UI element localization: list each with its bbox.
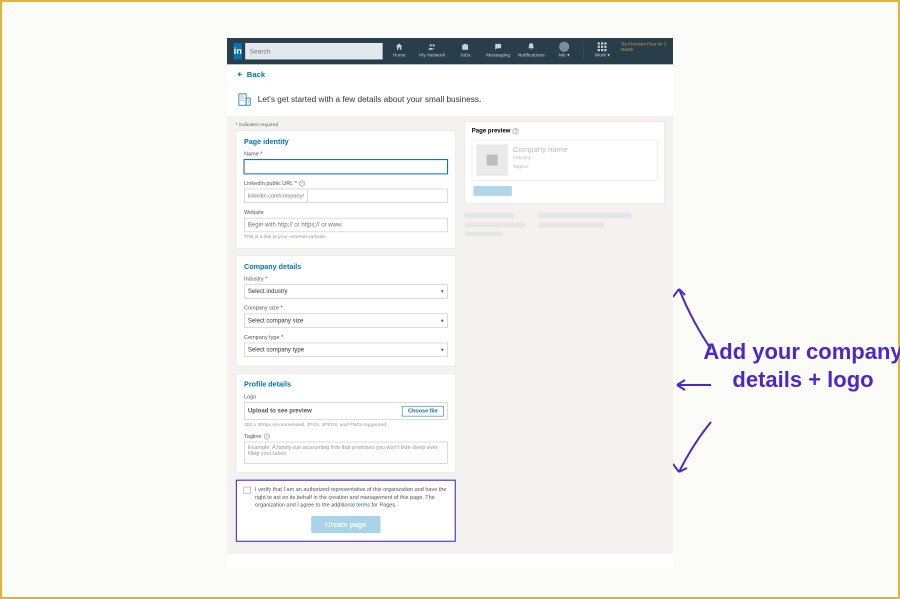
info-icon[interactable]: ? (513, 128, 519, 134)
url-prefix: linkedin.com/company/ (244, 189, 307, 203)
verify-checkbox[interactable] (244, 487, 251, 494)
terms-link[interactable]: terms (356, 502, 370, 508)
annotation-arrow (673, 378, 713, 396)
preview-tagline: Tagline (513, 163, 567, 169)
page-preview-card: Page preview? Company name Industry Tagl… (465, 122, 665, 205)
create-page-button[interactable]: Create page (311, 516, 381, 533)
preview-skeleton (465, 213, 665, 241)
name-label: Name* (244, 151, 447, 157)
page-identity-card: Page identity Name* LinkedIn public URL*… (236, 130, 456, 248)
industry-select[interactable]: Select industry▾ (244, 284, 447, 298)
chevron-down-icon: ▾ (441, 289, 444, 295)
verify-text: I verify that I am an authorized represe… (255, 486, 448, 509)
nav-premium-link[interactable]: Try Premium Free for 1 Month (621, 42, 668, 61)
website-hint: This is a link to your external website. (244, 234, 447, 240)
card-title-details: Company details (244, 262, 447, 270)
logo-upload[interactable]: Upload to see preview Choose file (244, 402, 447, 420)
messaging-icon (494, 42, 503, 51)
arrow-left-icon (236, 70, 244, 78)
nav-messaging[interactable]: Messaging (482, 42, 515, 61)
search-input[interactable] (245, 43, 382, 60)
company-details-card: Company details Industry* Select industr… (236, 255, 456, 366)
nav-home[interactable]: Home (383, 42, 416, 61)
url-label: LinkedIn public URL*? (244, 180, 447, 186)
building-icon (236, 91, 253, 108)
home-icon (395, 42, 404, 51)
type-label: Company type* (244, 334, 447, 340)
choose-file-button[interactable]: Choose file (402, 406, 444, 416)
name-input[interactable] (244, 160, 447, 174)
type-select[interactable]: Select company type▾ (244, 343, 447, 357)
verify-section: I verify that I am an authorized represe… (236, 480, 456, 542)
nav-network[interactable]: My Network (416, 42, 449, 61)
grid-icon (598, 42, 607, 51)
preview-industry: Industry (513, 155, 567, 161)
url-input[interactable] (307, 189, 447, 203)
image-icon (484, 152, 501, 169)
website-label: Website (244, 210, 447, 216)
preview-title: Page preview? (472, 128, 658, 135)
avatar-icon (559, 42, 569, 52)
jobs-icon (461, 42, 470, 51)
annotation-arrow (673, 418, 719, 483)
follow-placeholder (473, 186, 511, 196)
upload-hint: 300 x 300px recommended. JPGs, JPEGs, an… (244, 421, 447, 427)
tagline-label: Tagline? (244, 433, 447, 439)
intro-text: Let's get started with a few details abo… (258, 94, 482, 103)
annotation-text: Add your company details + logo (703, 338, 900, 393)
logo-placeholder (477, 145, 508, 176)
profile-details-card: Profile details Logo Upload to see previ… (236, 373, 456, 473)
bell-icon (527, 42, 536, 51)
tagline-input[interactable]: Example: A family-run accounting firm th… (244, 442, 447, 464)
info-icon[interactable]: ? (299, 180, 305, 186)
preview-company-name: Company name (513, 145, 567, 154)
back-button[interactable]: Back (236, 70, 265, 79)
nav-work[interactable]: Work ▾ (586, 42, 619, 61)
chevron-down-icon: ▾ (441, 347, 444, 353)
linkedin-logo[interactable]: in (234, 43, 242, 60)
required-note: * indicates required (236, 122, 456, 128)
size-select[interactable]: Select company size▾ (244, 314, 447, 328)
top-nav: in Home My Network Jobs Messaging Notifi… (227, 38, 673, 64)
info-icon[interactable]: ? (264, 433, 270, 439)
card-title-identity: Page identity (244, 138, 447, 146)
card-title-profile: Profile details (244, 380, 447, 388)
network-icon (428, 42, 437, 51)
back-bar: Back (227, 64, 673, 86)
intro-row: Let's get started with a few details abo… (227, 86, 673, 116)
chevron-down-icon: ▾ (441, 318, 444, 324)
website-input[interactable] (244, 218, 447, 232)
nav-jobs[interactable]: Jobs (449, 42, 482, 61)
nav-notifications[interactable]: Notifications (515, 42, 548, 61)
industry-label: Industry* (244, 276, 447, 282)
annotation-arrow (673, 283, 719, 358)
logo-label: Logo (244, 394, 447, 400)
search-container (245, 43, 382, 60)
size-label: Company size* (244, 305, 447, 311)
nav-me[interactable]: Me ▾ (548, 42, 581, 61)
